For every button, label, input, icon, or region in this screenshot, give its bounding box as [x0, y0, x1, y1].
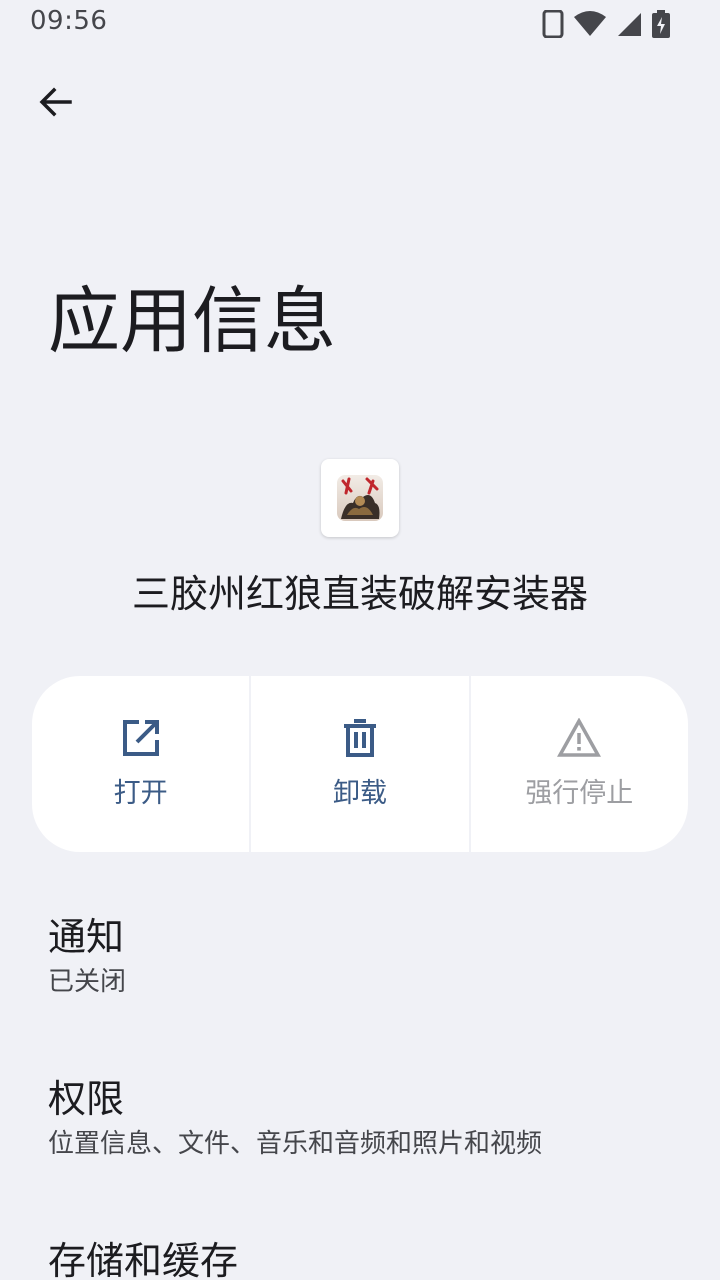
status-icons — [542, 8, 670, 40]
setting-notifications[interactable]: 通知 已关闭 — [0, 912, 720, 1000]
uninstall-button[interactable]: 卸载 — [251, 676, 468, 852]
app-logo-icon — [337, 475, 383, 521]
signal-icon — [616, 11, 642, 37]
back-button[interactable] — [28, 76, 84, 132]
setting-title: 权限 — [48, 1077, 125, 1121]
setting-title: 通知 — [48, 915, 125, 959]
force-stop-button[interactable]: 强行停止 — [471, 676, 688, 852]
warning-icon — [557, 717, 602, 762]
uninstall-button-label: 卸载 — [332, 778, 387, 809]
setting-permissions[interactable]: 权限 位置信息、文件、音乐和音频和照片和视频 — [0, 1074, 720, 1162]
setting-title: 存储和缓存 — [48, 1239, 239, 1280]
setting-summary: 位置信息、文件、音乐和音频和照片和视频 — [48, 1129, 543, 1159]
app-name: 三胶州红狼直装破解安装器 — [131, 572, 588, 616]
force-stop-button-label: 强行停止 — [525, 778, 634, 809]
open-button[interactable]: 打开 — [32, 676, 249, 852]
page-title: 应用信息 — [48, 279, 337, 363]
status-bar: 09:56 — [0, 0, 720, 48]
app-info-screen: 09:56 应用信息 三胶州红狼直装破解安装器 打开 卸载 强行停止 通知 已关… — [0, 0, 720, 1280]
wifi-icon — [574, 11, 606, 37]
open-external-icon — [121, 718, 161, 762]
setting-summary: 已关闭 — [48, 967, 127, 997]
action-buttons-card: 打开 卸载 强行停止 — [32, 676, 688, 852]
trash-icon — [340, 718, 380, 762]
open-button-label: 打开 — [113, 778, 168, 809]
phone-icon — [542, 10, 564, 38]
status-time: 09:56 — [30, 6, 108, 36]
arrow-back-icon — [38, 84, 74, 124]
setting-storage-cache[interactable]: 存储和缓存 — [0, 1236, 720, 1280]
app-icon — [321, 459, 399, 537]
battery-charging-icon — [652, 10, 670, 38]
